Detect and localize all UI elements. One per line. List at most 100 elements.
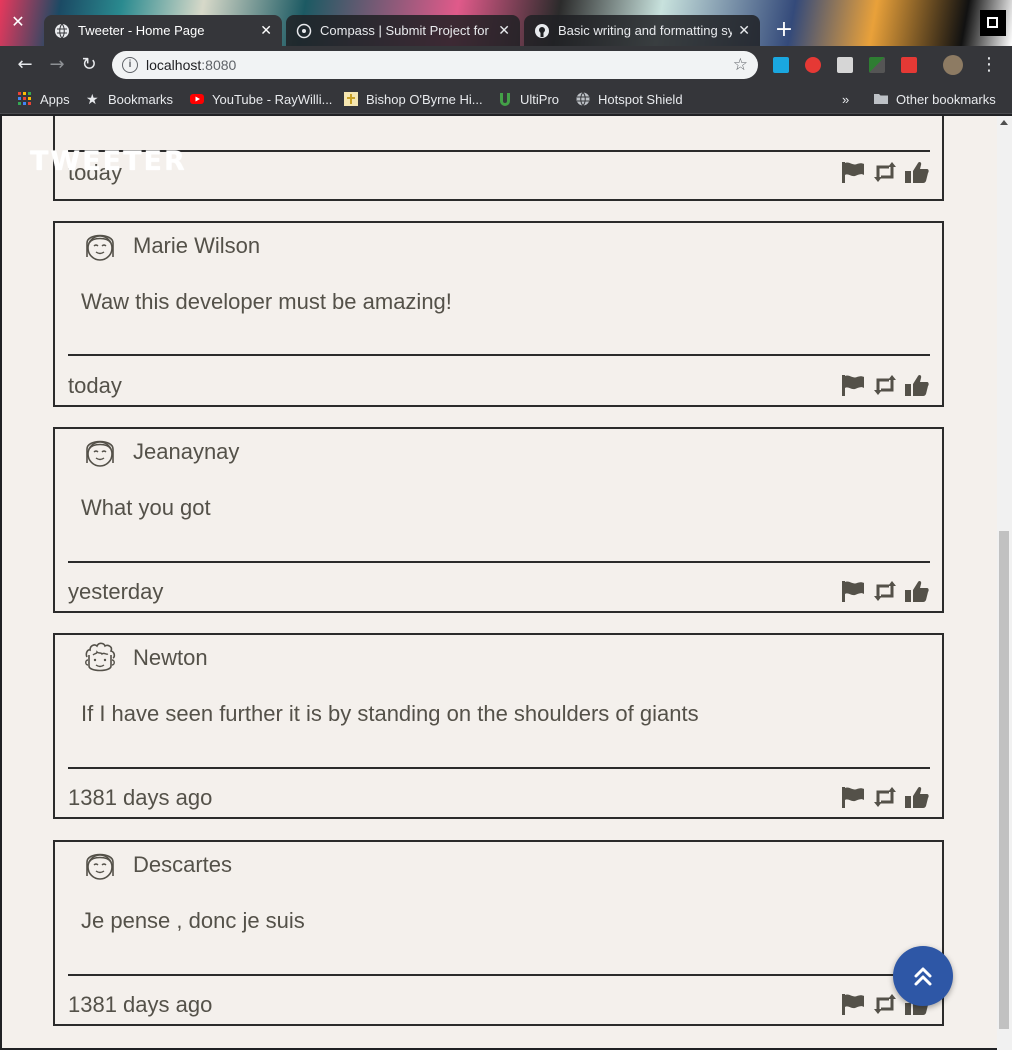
adblock-extension-icon[interactable] [805, 57, 821, 73]
tweet-header: Descartes [81, 846, 232, 884]
tweet-actions [840, 579, 930, 603]
retweet-icon[interactable] [872, 579, 898, 603]
retweet-icon[interactable] [872, 373, 898, 397]
browser-menu-icon[interactable]: ⋮ [980, 55, 998, 75]
like-icon[interactable] [904, 373, 930, 397]
new-tab-button[interactable]: + [772, 18, 796, 42]
tab-title: Compass | Submit Project for Review [320, 23, 492, 38]
tab-close-icon[interactable]: ✕ [498, 22, 510, 39]
flag-icon[interactable] [840, 785, 866, 809]
bookmark-ultipro[interactable]: UltiPro [498, 90, 559, 108]
flag-icon[interactable] [840, 160, 866, 184]
girl-avatar-icon[interactable] [81, 227, 119, 265]
maximize-icon [987, 17, 998, 28]
tab-close-icon[interactable]: ✕ [260, 22, 272, 39]
extension-icon[interactable] [773, 57, 789, 73]
scroll-to-top-button[interactable] [893, 946, 953, 1006]
tweet-divider [68, 561, 930, 563]
tweet-timestamp: 1381 days ago [68, 992, 213, 1017]
double-chevron-up-icon [914, 967, 932, 986]
back-button[interactable]: ← [14, 54, 36, 76]
tweet-text: If I have seen further it is by standing… [81, 701, 699, 726]
bookmark-label: Bookmarks [108, 91, 174, 107]
bookmarks-overflow-button[interactable]: » [842, 90, 849, 108]
bookmark-apps[interactable]: Apps [18, 90, 70, 108]
tweet-username: Descartes [133, 852, 233, 877]
ultipro-icon [500, 93, 510, 106]
tweet-username: Marie Wilson [133, 233, 261, 258]
tweet-timestamp: 1381 days ago [68, 785, 213, 810]
tweet-actions [840, 373, 930, 397]
like-icon[interactable] [904, 579, 930, 603]
bookmark-label: YouTube - RayWilli... [212, 91, 333, 107]
tab-close-icon[interactable]: ✕ [738, 22, 750, 39]
like-icon[interactable] [904, 785, 930, 809]
bookmark-label: Other bookmarks [896, 91, 996, 107]
bookmark-label: Bishop O'Byrne Hi... [366, 91, 483, 107]
extension-icon[interactable] [869, 57, 885, 73]
tweet-actions [840, 160, 930, 184]
apps-grid-icon [18, 92, 31, 105]
tweet-username: Jeanaynay [133, 439, 240, 464]
flag-icon[interactable] [840, 579, 866, 603]
tweet-card: Jeanaynay What you got yesterday [53, 427, 944, 613]
curly-hair-avatar-icon[interactable] [81, 639, 119, 677]
tab-compass[interactable]: Compass | Submit Project for Review ✕ [286, 15, 520, 46]
tab-strip: ✕ Tweeter - Home Page ✕ Compass | Submit… [0, 0, 1012, 46]
bookmark-hotspot-shield[interactable]: Hotspot Shield [576, 90, 683, 108]
tweet-username: Newton [133, 645, 208, 670]
tab-tweeter[interactable]: Tweeter - Home Page ✕ [44, 15, 282, 46]
retweet-icon[interactable] [872, 160, 898, 184]
retweet-icon[interactable] [872, 992, 898, 1016]
github-icon [535, 23, 549, 38]
like-icon[interactable] [904, 160, 930, 184]
extension-icon[interactable] [901, 57, 917, 73]
bookmarks-overflow-label: » [842, 91, 850, 107]
tweet-divider [68, 354, 930, 356]
bookmark-bookmarks[interactable]: ★ Bookmarks [86, 90, 173, 108]
info-icon[interactable]: i [122, 57, 138, 73]
tweet-text: Je pense , donc je suis [81, 908, 305, 933]
globe-icon [55, 23, 69, 38]
address-bar[interactable]: i localhost:8080 ☆ [112, 51, 758, 79]
extension-icon[interactable] [837, 57, 853, 73]
flag-icon[interactable] [840, 373, 866, 397]
maximize-button[interactable] [980, 10, 1006, 36]
bookmark-youtube[interactable]: YouTube - RayWilli... [190, 90, 332, 108]
tweet-text: What you got [81, 495, 211, 520]
tab-github[interactable]: Basic writing and formatting syntax ✕ [524, 15, 760, 46]
profile-avatar[interactable] [943, 55, 963, 75]
scroll-up-arrow-icon[interactable] [1000, 120, 1008, 125]
retweet-icon[interactable] [872, 785, 898, 809]
bookmark-bishop[interactable]: Bishop O'Byrne Hi... [344, 90, 483, 108]
bookmarks-bar: Apps ★ Bookmarks YouTube - RayWilli... B… [0, 84, 1012, 114]
tweet-divider [68, 974, 930, 976]
tweet-header: Jeanaynay [81, 433, 239, 471]
vertical-scrollbar[interactable] [997, 116, 1012, 1050]
flag-icon[interactable] [840, 992, 866, 1016]
tweet-card: Newton If I have seen further it is by s… [53, 633, 944, 819]
tweet-timestamp: yesterday [68, 579, 164, 604]
tweet-timestamp: today [68, 373, 122, 398]
tweet-actions [840, 785, 930, 809]
bookmark-other[interactable]: Other bookmarks [874, 90, 996, 108]
browser-toolbar: ← → ↻ i localhost:8080 ☆ ⋮ [0, 46, 1012, 84]
tweet-divider [68, 150, 930, 152]
page-viewport: TWEETER today Marie Wilson Waw this deve… [0, 116, 1012, 1050]
folder-icon [874, 94, 888, 104]
app-logo: TWEETER [30, 146, 187, 177]
youtube-icon [190, 94, 204, 104]
scrollbar-thumb[interactable] [999, 531, 1009, 1029]
bookmark-star-icon[interactable]: ☆ [733, 55, 748, 75]
cross-icon [344, 92, 358, 106]
close-window-icon[interactable]: ✕ [8, 12, 28, 32]
tweet-header: Marie Wilson [81, 227, 260, 265]
url-host: localhost [146, 57, 202, 73]
tweet-divider [68, 767, 930, 769]
forward-button[interactable]: → [46, 54, 68, 76]
girl-avatar-icon[interactable] [81, 846, 119, 884]
girl-avatar-icon[interactable] [81, 433, 119, 471]
tab-title: Basic writing and formatting syntax [558, 23, 733, 38]
tweet-text: Waw this developer must be amazing! [81, 289, 452, 314]
reload-button[interactable]: ↻ [78, 54, 100, 76]
